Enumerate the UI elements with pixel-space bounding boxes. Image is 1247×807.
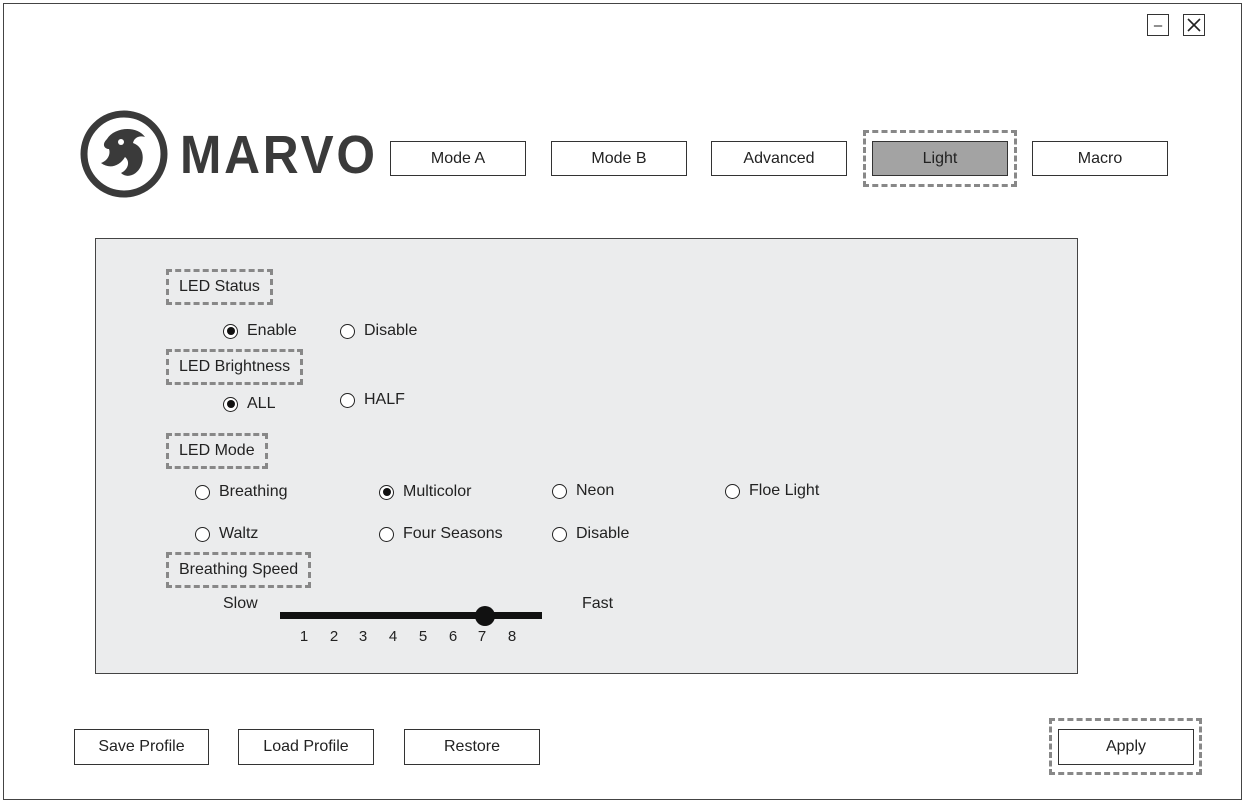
radio-mode-four-seasons[interactable]: Four Seasons (379, 525, 503, 543)
minimize-button[interactable]: – (1147, 14, 1169, 36)
radio-label: Multicolor (403, 483, 472, 500)
led-status-heading: LED Status (166, 269, 273, 305)
radio-label: Enable (247, 322, 297, 339)
radio-selected-icon (223, 396, 238, 412)
radio-unselected-icon (340, 392, 355, 408)
radio-label: Disable (576, 525, 630, 542)
radio-label: Breathing (219, 483, 288, 500)
radio-label: Waltz (219, 525, 259, 542)
radio-selected-icon (223, 323, 238, 339)
radio-brightness-all[interactable]: ALL (223, 395, 275, 413)
tab-macro[interactable]: Macro (1032, 141, 1168, 176)
radio-led-disable[interactable]: Disable (340, 322, 417, 340)
led-mode-heading: LED Mode (166, 433, 268, 469)
load-profile-button[interactable]: Load Profile (238, 729, 374, 765)
restore-button[interactable]: Restore (404, 729, 540, 765)
radio-mode-breathing[interactable]: Breathing (195, 483, 288, 501)
radio-mode-waltz[interactable]: Waltz (195, 525, 258, 543)
tick-label: 7 (477, 628, 487, 645)
fast-label: Fast (582, 595, 614, 612)
marvo-logo-icon (80, 110, 168, 198)
radio-label: HALF (364, 391, 405, 408)
tick-label: 4 (388, 628, 398, 645)
radio-label: Neon (576, 482, 615, 499)
tick-label: 3 (358, 628, 368, 645)
breathing-speed-heading: Breathing Speed (166, 552, 312, 588)
speed-slider-thumb[interactable] (475, 606, 495, 626)
radio-unselected-icon (725, 483, 740, 499)
radio-unselected-icon (552, 483, 567, 499)
radio-label: Floe Light (749, 482, 820, 499)
tick-label: 1 (299, 628, 309, 645)
radio-brightness-half[interactable]: HALF (340, 391, 405, 409)
tick-label: 5 (418, 628, 428, 645)
tab-advanced[interactable]: Advanced (711, 141, 847, 176)
radio-label: Disable (364, 322, 418, 339)
radio-label: Four Seasons (403, 525, 503, 542)
tab-mode-b[interactable]: Mode B (551, 141, 687, 176)
tick-label: 2 (329, 628, 339, 645)
save-profile-button[interactable]: Save Profile (74, 729, 209, 765)
radio-unselected-icon (195, 526, 210, 542)
apply-button[interactable]: Apply (1058, 729, 1194, 765)
slow-label: Slow (223, 595, 258, 612)
brand-name: MARVO (180, 125, 378, 185)
tab-mode-a[interactable]: Mode A (390, 141, 526, 176)
radio-label: ALL (247, 395, 276, 412)
led-brightness-heading: LED Brightness (166, 349, 304, 385)
tick-label: 8 (507, 628, 517, 645)
tick-label: 6 (448, 628, 458, 645)
close-button[interactable] (1183, 14, 1205, 36)
speed-slider-track[interactable] (280, 612, 542, 619)
radio-mode-neon[interactable]: Neon (552, 482, 614, 500)
radio-led-enable[interactable]: Enable (223, 322, 297, 340)
close-icon (1187, 18, 1201, 32)
radio-mode-floe-light[interactable]: Floe Light (725, 482, 819, 500)
radio-unselected-icon (552, 526, 567, 542)
radio-mode-disable[interactable]: Disable (552, 525, 629, 543)
radio-unselected-icon (379, 526, 394, 542)
tab-light[interactable]: Light (872, 141, 1008, 176)
radio-unselected-icon (340, 323, 355, 339)
radio-mode-multicolor[interactable]: Multicolor (379, 483, 471, 501)
radio-selected-icon (379, 484, 394, 500)
minimize-icon: – (1153, 16, 1163, 34)
radio-unselected-icon (195, 484, 210, 500)
